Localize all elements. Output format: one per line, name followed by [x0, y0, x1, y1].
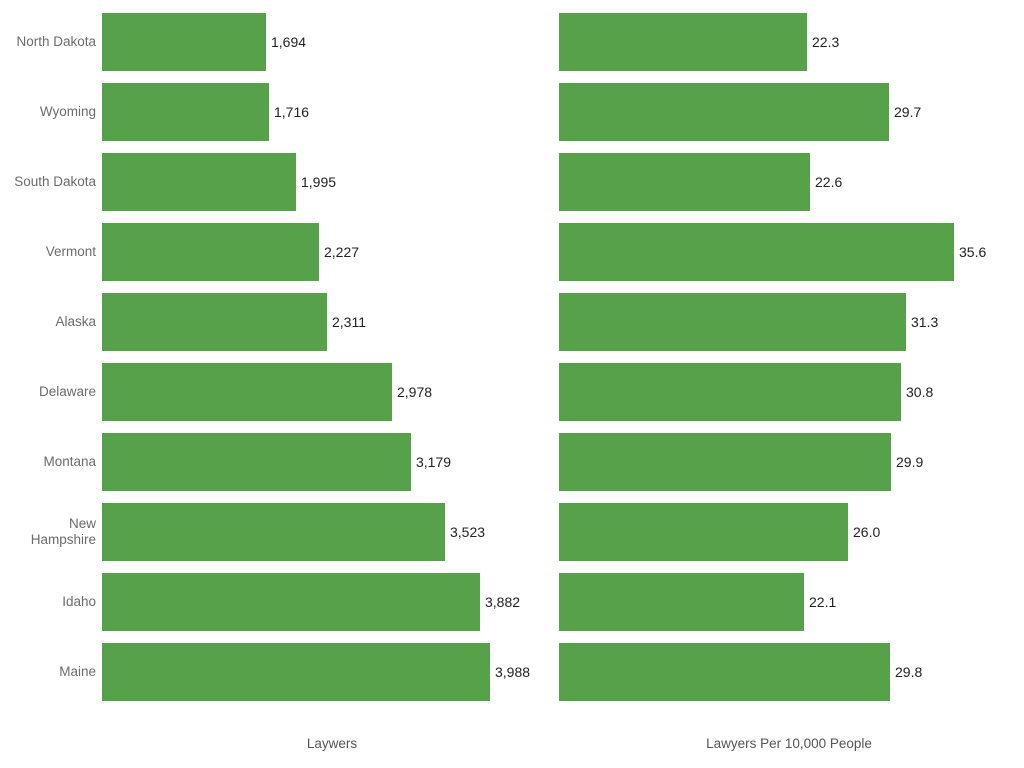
bar-value-label: 26.0 — [853, 524, 881, 540]
table-row[interactable]: North Dakota 1,694 — [0, 13, 540, 71]
bar[interactable] — [102, 503, 445, 561]
bar[interactable] — [102, 293, 327, 351]
bar-area: 3,988 — [102, 643, 540, 701]
bar-area: 35.6 — [559, 223, 1024, 281]
category-label: Idaho — [62, 594, 96, 609]
table-row[interactable]: 35.6 — [540, 223, 1024, 281]
bar-rows-left: North Dakota 1,694 Wyoming 1,716 South D… — [0, 0, 540, 710]
bar-area: 29.9 — [559, 433, 1024, 491]
bar-area: 31.3 — [559, 293, 1024, 351]
bar-area: 3,523 — [102, 503, 540, 561]
bar[interactable] — [559, 293, 906, 351]
bar[interactable] — [559, 153, 810, 211]
table-row[interactable]: 31.3 — [540, 293, 1024, 351]
axis-label-lawyers: Laywers — [306, 736, 358, 751]
bar-value-label: 2,978 — [397, 384, 433, 400]
category-label: Montana — [43, 454, 96, 469]
table-row[interactable]: Montana 3,179 — [0, 433, 540, 491]
bar-value-label: 29.8 — [895, 664, 923, 680]
category-label: South Dakota — [14, 174, 96, 189]
bar-value-label: 1,995 — [301, 174, 337, 190]
panel-lawyers: North Dakota 1,694 Wyoming 1,716 South D… — [0, 0, 540, 710]
category-label: Maine — [59, 664, 96, 679]
chart-panels: North Dakota 1,694 Wyoming 1,716 South D… — [0, 0, 1024, 710]
bar-area: 29.8 — [559, 643, 1024, 701]
bar-area: 29.7 — [559, 83, 1024, 141]
bar-value-label: 3,882 — [485, 594, 521, 610]
table-row[interactable]: South Dakota 1,995 — [0, 153, 540, 211]
table-row[interactable]: 26.0 — [540, 503, 1024, 561]
bar-area: 1,995 — [102, 153, 540, 211]
category-label: Wyoming — [39, 104, 96, 119]
bar[interactable] — [102, 83, 269, 141]
bar-value-label: 1,716 — [274, 104, 310, 120]
bar-area: 2,227 — [102, 223, 540, 281]
bar[interactable] — [559, 13, 807, 71]
bar-area: 22.6 — [559, 153, 1024, 211]
category-label: Alaska — [55, 314, 96, 329]
bar-value-label: 22.3 — [812, 34, 840, 50]
table-row[interactable]: Maine 3,988 — [0, 643, 540, 701]
bar[interactable] — [102, 223, 319, 281]
table-row[interactable]: 29.8 — [540, 643, 1024, 701]
axis-label-lawyers-per-10000: Lawyers Per 10,000 People — [706, 736, 872, 751]
bar-area: 30.8 — [559, 363, 1024, 421]
bar[interactable] — [102, 573, 480, 631]
bar-value-label: 2,227 — [324, 244, 360, 260]
bar[interactable] — [559, 83, 889, 141]
bar-value-label: 3,988 — [495, 664, 531, 680]
category-label: North Dakota — [16, 34, 96, 49]
bar[interactable] — [102, 363, 392, 421]
bar[interactable] — [102, 13, 266, 71]
bar[interactable] — [559, 503, 848, 561]
bar[interactable] — [559, 433, 891, 491]
dual-bar-chart: North Dakota 1,694 Wyoming 1,716 South D… — [0, 0, 1024, 768]
table-row[interactable]: 29.7 — [540, 83, 1024, 141]
table-row[interactable]: 22.6 — [540, 153, 1024, 211]
bar-area: 26.0 — [559, 503, 1024, 561]
bar-area: 22.3 — [559, 13, 1024, 71]
table-row[interactable]: 30.8 — [540, 363, 1024, 421]
table-row[interactable]: 29.9 — [540, 433, 1024, 491]
table-row[interactable]: Idaho 3,882 — [0, 573, 540, 631]
bar-value-label: 1,694 — [271, 34, 307, 50]
bar-value-label: 22.1 — [809, 594, 837, 610]
bar-area: 1,716 — [102, 83, 540, 141]
category-label: New Hampshire — [30, 516, 96, 547]
table-row[interactable]: Alaska 2,311 — [0, 293, 540, 351]
table-row[interactable]: Vermont 2,227 — [0, 223, 540, 281]
bar-area: 2,978 — [102, 363, 540, 421]
bar[interactable] — [559, 363, 901, 421]
bar[interactable] — [559, 573, 804, 631]
bar-area: 22.1 — [559, 573, 1024, 631]
table-row[interactable]: Wyoming 1,716 — [0, 83, 540, 141]
bar-value-label: 29.7 — [894, 104, 922, 120]
bar-value-label: 30.8 — [906, 384, 934, 400]
bar[interactable] — [559, 643, 890, 701]
bar[interactable] — [102, 433, 411, 491]
bar-value-label: 29.9 — [896, 454, 924, 470]
bar-value-label: 31.3 — [911, 314, 939, 330]
bar-value-label: 2,311 — [332, 314, 366, 330]
bar-rows-right: 22.3 29.7 22.6 35.6 31.3 30.8 29.9 26.0 … — [540, 0, 1024, 710]
bar-area: 3,179 — [102, 433, 540, 491]
bar-value-label: 3,179 — [416, 454, 452, 470]
category-label: Vermont — [45, 244, 96, 259]
table-row[interactable]: New Hampshire 3,523 — [0, 503, 540, 561]
bar[interactable] — [102, 153, 296, 211]
bar-area: 1,694 — [102, 13, 540, 71]
axis-captions: Laywers Lawyers Per 10,000 People — [0, 710, 1024, 768]
table-row[interactable]: 22.3 — [540, 13, 1024, 71]
bar-value-label: 3,523 — [450, 524, 486, 540]
category-label: Delaware — [38, 384, 96, 399]
bar[interactable] — [102, 643, 490, 701]
bar-value-label: 35.6 — [959, 244, 987, 260]
bar-value-label: 22.6 — [815, 174, 843, 190]
panel-lawyers-per-capita: 22.3 29.7 22.6 35.6 31.3 30.8 29.9 26.0 … — [540, 0, 1024, 710]
table-row[interactable]: 22.1 — [540, 573, 1024, 631]
table-row[interactable]: Delaware 2,978 — [0, 363, 540, 421]
bar-area: 3,882 — [102, 573, 540, 631]
bar[interactable] — [559, 223, 954, 281]
bar-area: 2,311 — [102, 293, 540, 351]
